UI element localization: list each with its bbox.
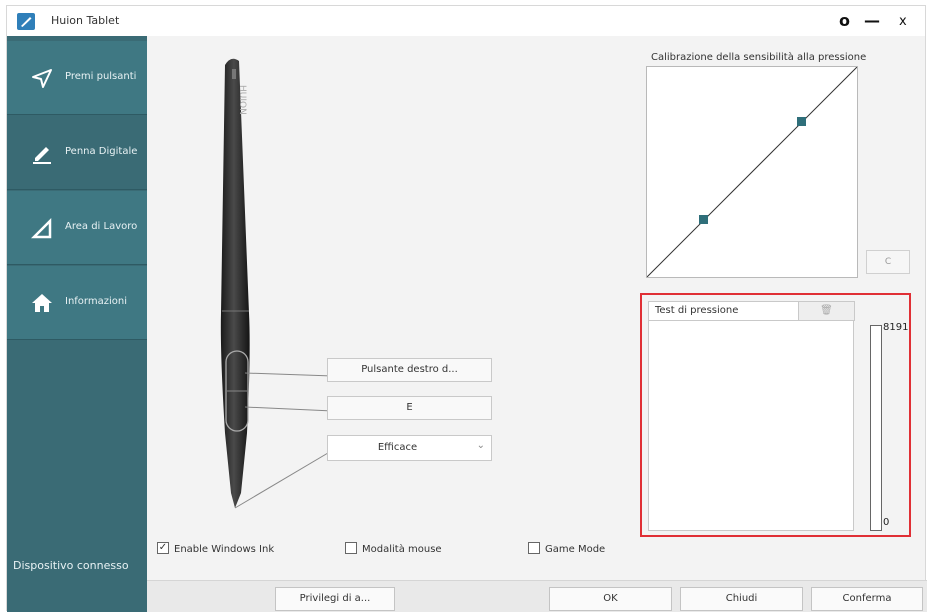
sidebar-item-label: Informazioni (65, 296, 127, 307)
pressure-level-bar (870, 325, 882, 531)
pressure-test-title: Test di pressione (655, 305, 739, 316)
pressure-curve (646, 66, 858, 278)
dropdown-value: Efficace (377, 442, 418, 453)
pen-icon (33, 147, 51, 164)
pressure-min-label: 0 (883, 517, 890, 528)
app-window: Huion Tablet o — x Premi pulsanti Penna … (6, 5, 927, 612)
checkbox-label: Game Mode (545, 544, 606, 555)
settings-circle-icon[interactable]: o (839, 11, 850, 30)
checkbox-unchecked-icon (345, 542, 357, 554)
device-status: Dispositivo connesso (13, 559, 129, 572)
pen-tip-mode-dropdown[interactable]: Efficace ⌄ (327, 435, 492, 461)
trash-icon[interactable]: 🗑 (798, 301, 855, 321)
chevron-down-icon: ⌄ (476, 440, 485, 451)
footer-bar: Privilegi di a... OK Chiudi Conferma (147, 580, 927, 612)
sidebar-item-label: Penna Digitale (65, 146, 138, 157)
title-bar: Huion Tablet o — x (7, 6, 925, 36)
ok-button[interactable]: OK (549, 587, 672, 611)
lower-pen-button-select[interactable]: E (327, 396, 492, 420)
svg-text:HUION: HUION (237, 85, 247, 115)
huion-logo-icon (17, 13, 35, 30)
sidebar-item-premi-pulsanti[interactable]: Premi pulsanti (7, 41, 147, 115)
home-icon (32, 294, 52, 312)
sidebar-item-area-di-lavoro[interactable]: Area di Lavoro (7, 191, 147, 265)
sidebar-item-penna-digitale[interactable]: Penna Digitale (7, 116, 147, 190)
sidebar-item-label: Premi pulsanti (65, 71, 137, 82)
pressure-test-drawing-area[interactable] (648, 321, 854, 531)
pressure-max-label: 8191 (883, 322, 909, 333)
area-icon (31, 217, 52, 239)
curve-control-point-high[interactable] (797, 117, 806, 126)
calibration-reset-button[interactable]: C (866, 250, 910, 274)
minimize-button[interactable]: — (864, 11, 880, 30)
pressure-test-panel: Test di pressione 🗑 8191 0 (640, 293, 911, 537)
close-dialog-button[interactable]: Chiudi (680, 587, 803, 611)
checkbox-label: Modalità mouse (362, 544, 442, 555)
send-icon (32, 69, 52, 88)
pressure-test-header: Test di pressione 🗑 (648, 301, 855, 321)
close-button[interactable]: x (899, 14, 907, 29)
window-title: Huion Tablet (51, 14, 120, 27)
checkbox-checked-icon: ✓ (157, 542, 169, 554)
sidebar-item-label: Area di Lavoro (65, 221, 138, 232)
pressure-curve-graph[interactable] (646, 66, 858, 278)
windows-ink-checkbox[interactable]: ✓ Enable Windows Ink (157, 542, 275, 555)
sidebar-item-informazioni[interactable]: Informazioni (7, 266, 147, 340)
checkbox-unchecked-icon (528, 542, 540, 554)
checkbox-label: Enable Windows Ink (174, 544, 275, 555)
game-mode-checkbox[interactable]: Game Mode (528, 542, 606, 555)
calibration-title: Calibrazione della sensibilità alla pres… (651, 52, 867, 63)
mouse-mode-checkbox[interactable]: Modalità mouse (345, 542, 442, 555)
upper-pen-button-select[interactable]: Pulsante destro d... (327, 358, 492, 382)
curve-control-point-low[interactable] (699, 215, 708, 224)
sidebar: Premi pulsanti Penna Digitale Area di La… (7, 36, 147, 612)
privileges-button[interactable]: Privilegi di a... (275, 587, 395, 611)
confirm-button[interactable]: Conferma (811, 587, 923, 611)
